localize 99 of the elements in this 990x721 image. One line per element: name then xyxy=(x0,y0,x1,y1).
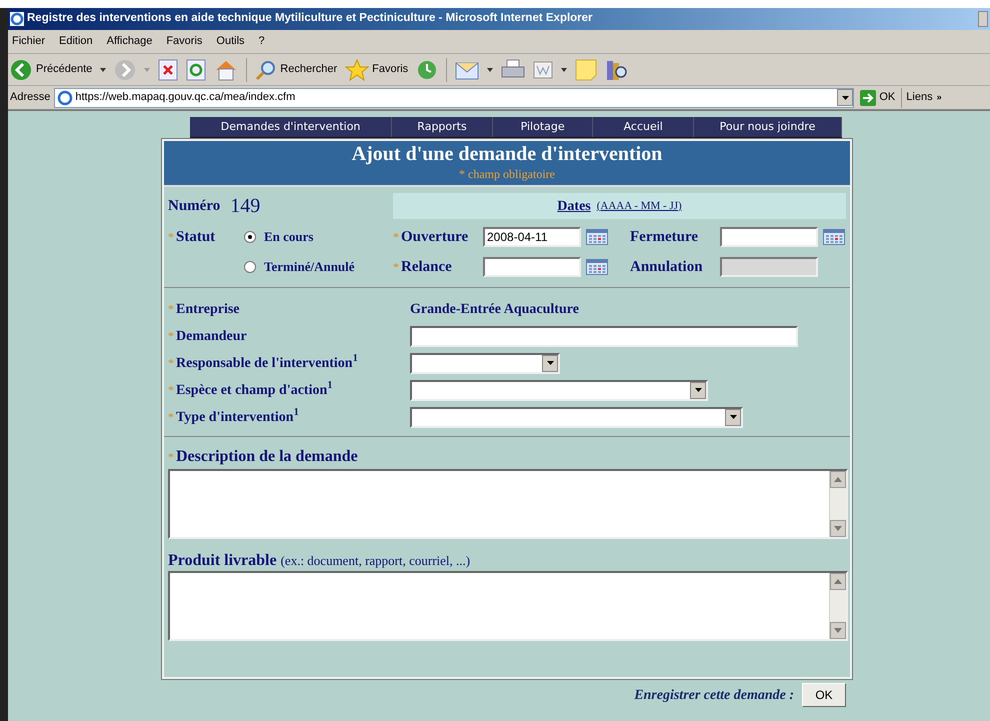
links-button[interactable]: Liens » xyxy=(906,89,942,106)
mail-icon[interactable] xyxy=(455,60,480,80)
description-textarea[interactable] xyxy=(168,469,848,539)
scroll-down-button[interactable] xyxy=(830,520,846,537)
field-label: Entreprise xyxy=(176,300,240,318)
menu-item[interactable]: Outils xyxy=(216,33,245,50)
select-field[interactable] xyxy=(410,352,560,374)
select-field[interactable] xyxy=(410,406,743,428)
required-mark: * xyxy=(168,355,174,372)
nav-tab[interactable]: Pilotage xyxy=(492,117,594,137)
nav-tab[interactable]: Rapports xyxy=(392,117,493,137)
nav-tab[interactable]: Accueil xyxy=(593,117,694,137)
form-title: Ajout d'une demande d'intervention xyxy=(352,143,662,165)
dropdown-button[interactable] xyxy=(690,382,706,398)
menu-item[interactable]: Fichier xyxy=(12,33,46,50)
go-button[interactable]: OK xyxy=(858,89,898,106)
page-icon xyxy=(57,90,74,106)
required-mark: * xyxy=(168,409,174,426)
caret-icon xyxy=(842,96,849,100)
calendar-icon[interactable] xyxy=(823,229,845,245)
radio-button[interactable] xyxy=(244,231,256,243)
description-label: Description de la demande xyxy=(176,447,358,467)
favorites-button[interactable]: Favoris xyxy=(345,58,408,80)
menu-item[interactable]: ? xyxy=(258,33,265,50)
dropdown-arrow-icon[interactable] xyxy=(561,68,568,72)
home-icon[interactable] xyxy=(214,58,238,80)
required-note: * champ obligatoire xyxy=(459,166,555,183)
required-mark: * xyxy=(168,449,174,466)
search-button[interactable]: Rechercher xyxy=(255,58,338,80)
document-icon[interactable] xyxy=(533,60,554,78)
menu-item[interactable]: Affichage xyxy=(106,33,152,50)
required-mark: * xyxy=(168,229,174,246)
books-icon[interactable] xyxy=(605,58,630,80)
statut-label: Statut xyxy=(176,228,216,247)
menu-item[interactable]: Favoris xyxy=(166,33,202,50)
field-label: Demandeur xyxy=(176,328,247,346)
produit-label: Produit livrable xyxy=(168,551,277,571)
stop-icon[interactable] xyxy=(158,58,178,80)
date-field[interactable] xyxy=(483,257,581,277)
date-label: Annulation xyxy=(630,258,703,277)
text-field[interactable] xyxy=(410,326,798,346)
caret-icon xyxy=(546,361,554,365)
up-arrow-icon xyxy=(834,579,842,584)
date-label: Fermeture xyxy=(630,228,698,247)
select-field[interactable] xyxy=(410,380,708,400)
field-label: Type d'intervention$^{1}$ xyxy=(176,406,299,426)
date-field[interactable]: 2008-04-11 xyxy=(483,227,581,247)
field-label: Responsable de l'intervention$^{1}$ xyxy=(176,352,358,372)
address-field[interactable]: https://web.mapaq.gouv.qc.ca/mea/index.cfm xyxy=(54,88,854,108)
required-mark: * xyxy=(168,301,174,318)
address-label: Adresse xyxy=(10,90,50,106)
scroll-down-button[interactable] xyxy=(830,622,846,639)
minimize-button[interactable] xyxy=(978,11,988,27)
required-mark: * xyxy=(393,229,399,246)
calendar-icon[interactable] xyxy=(586,229,608,245)
ok-button[interactable]: OK xyxy=(802,683,846,707)
required-mark: * xyxy=(168,382,174,399)
radio-option[interactable]: En cours xyxy=(244,227,393,247)
dropdown-button[interactable] xyxy=(837,89,854,106)
scroll-up-button[interactable] xyxy=(830,573,846,590)
menu-item[interactable]: Edition xyxy=(59,33,93,50)
dropdown-arrow-icon[interactable] xyxy=(487,68,494,72)
window-title: Registre des interventions en aide technique Mytiliculture et Pectiniculture - Microsoft Internet Explorer xyxy=(27,11,593,26)
required-mark: * xyxy=(168,328,174,345)
date-label: Relance xyxy=(401,258,452,277)
date-field[interactable] xyxy=(720,227,818,247)
dropdown-button[interactable] xyxy=(725,408,741,426)
search-icon xyxy=(255,58,278,80)
produit-textarea[interactable] xyxy=(168,571,848,641)
scroll-up-button[interactable] xyxy=(830,471,846,488)
up-arrow-icon xyxy=(834,477,842,482)
star-icon xyxy=(345,58,370,80)
printer-icon[interactable] xyxy=(501,58,526,80)
field-label: Espèce et champ d'action$^{1}$ xyxy=(176,380,333,400)
produit-hint: (ex.: document, rapport, courriel, ...) xyxy=(280,552,470,570)
browser-icon xyxy=(10,12,24,26)
down-arrow-icon xyxy=(834,628,842,633)
calendar-icon[interactable] xyxy=(586,259,608,275)
down-arrow-icon xyxy=(834,526,842,531)
arrow-icon xyxy=(860,90,876,106)
numero-label: Numéro xyxy=(168,196,220,216)
numero-value: 149 xyxy=(230,194,260,219)
field-value: Grande-Entrée Aquaculture xyxy=(410,300,579,318)
save-label: Enregistrer cette demande : xyxy=(634,686,794,704)
dropdown-arrow-icon[interactable] xyxy=(100,68,106,72)
dates-format: (AAAA - MM - JJ) xyxy=(596,198,682,214)
caret-icon xyxy=(694,388,702,392)
dates-label: Dates xyxy=(557,198,591,216)
required-mark: * xyxy=(393,259,399,276)
history-icon[interactable] xyxy=(416,58,438,80)
dropdown-button[interactable] xyxy=(542,354,558,372)
radio-option[interactable]: Terminé/Annulé xyxy=(244,257,393,277)
nav-tab[interactable]: Demandes d'intervention xyxy=(190,117,392,137)
back-button[interactable]: Précédente xyxy=(10,58,92,80)
date-label: Ouverture xyxy=(401,228,468,247)
nav-tab[interactable]: Pour nous joindre xyxy=(694,117,842,137)
radio-button[interactable] xyxy=(244,261,256,273)
caret-icon xyxy=(730,415,736,419)
refresh-icon[interactable] xyxy=(186,58,206,80)
